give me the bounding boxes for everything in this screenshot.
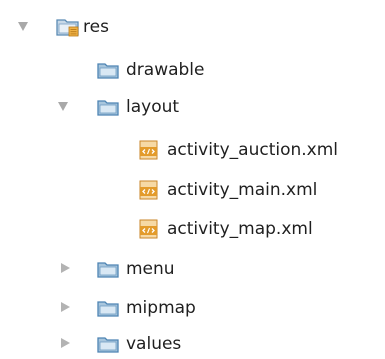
tree-node-menu[interactable]: menu xyxy=(0,254,260,284)
tree-node-label: activity_auction.xml xyxy=(167,140,339,160)
folder-icon xyxy=(97,97,119,117)
expand-arrow-icon[interactable] xyxy=(58,102,68,111)
tree-node-label: res xyxy=(83,17,109,37)
tree-node-label: menu xyxy=(126,259,175,279)
folder-icon xyxy=(97,298,119,318)
tree-node-drawable[interactable]: drawable xyxy=(0,55,260,85)
tree-node-file[interactable]: activity_map.xml xyxy=(0,214,385,244)
collapse-arrow-icon[interactable] xyxy=(61,302,70,312)
tree-node-label: values xyxy=(126,334,182,354)
project-tree: res drawable layout activity_auction.xml… xyxy=(0,0,385,359)
tree-node-res[interactable]: res xyxy=(0,12,200,42)
collapse-arrow-icon[interactable] xyxy=(61,263,70,273)
collapse-arrow-icon[interactable] xyxy=(61,338,70,348)
xml-file-icon xyxy=(138,180,160,200)
folder-icon xyxy=(97,259,119,279)
xml-file-icon xyxy=(138,140,160,160)
tree-node-file[interactable]: activity_main.xml xyxy=(0,175,385,205)
tree-node-label: mipmap xyxy=(126,298,196,318)
tree-node-label: drawable xyxy=(126,60,205,80)
tree-node-label: layout xyxy=(126,97,180,117)
tree-node-label: activity_map.xml xyxy=(167,219,313,239)
tree-node-file[interactable]: activity_auction.xml xyxy=(0,135,385,165)
folder-icon xyxy=(97,60,119,80)
resource-folder-icon xyxy=(56,17,79,37)
tree-node-values[interactable]: values xyxy=(0,329,260,359)
expand-arrow-icon[interactable] xyxy=(18,22,28,31)
tree-node-label: activity_main.xml xyxy=(167,180,318,200)
tree-node-layout[interactable]: layout xyxy=(0,92,260,122)
tree-node-mipmap[interactable]: mipmap xyxy=(0,293,260,323)
xml-file-icon xyxy=(138,219,160,239)
folder-icon xyxy=(97,334,119,354)
